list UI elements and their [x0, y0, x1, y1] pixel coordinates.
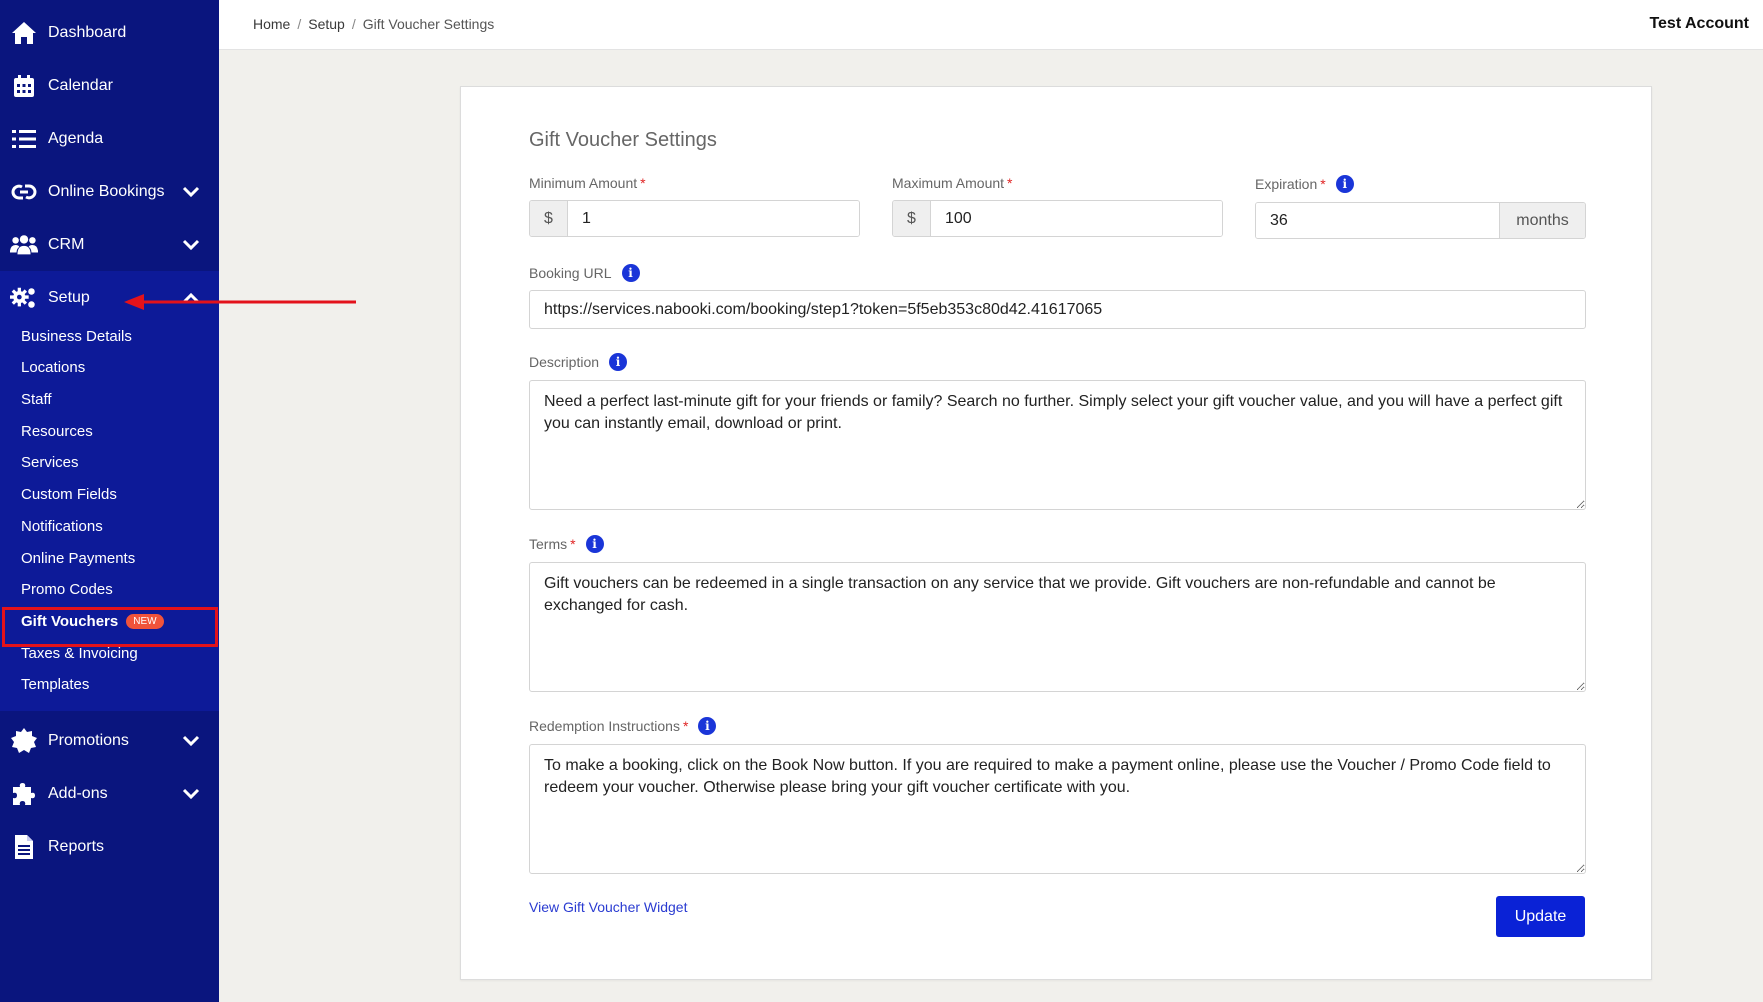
users-icon [10, 231, 38, 259]
sidebar-item-crm[interactable]: CRM [0, 218, 219, 271]
submenu-item-business-details[interactable]: Business Details [21, 328, 132, 345]
terms-textarea[interactable]: Gift vouchers can be redeemed in a singl… [529, 562, 1586, 692]
terms-label: Terms * i [529, 535, 604, 553]
view-gift-voucher-widget-link[interactable]: View Gift Voucher Widget [529, 899, 687, 915]
sidebar-item-online-bookings[interactable]: Online Bookings [0, 165, 219, 218]
sidebar-item-agenda[interactable]: Agenda [0, 112, 219, 165]
list-icon [10, 125, 38, 153]
gears-icon [10, 284, 38, 312]
expiration-group: months [1255, 202, 1586, 239]
description-textarea[interactable]: Need a perfect last-minute gift for your… [529, 380, 1586, 510]
minimum-amount-input[interactable] [568, 201, 859, 236]
sidebar-item-label: Calendar [48, 76, 113, 94]
submenu-item-services[interactable]: Services [21, 454, 79, 471]
annotation-arrow-icon [124, 294, 356, 310]
sidebar-item-label: Dashboard [48, 23, 127, 41]
submenu-item-locations[interactable]: Locations [21, 359, 85, 376]
breadcrumb-home[interactable]: Home [253, 16, 290, 32]
puzzle-icon [10, 780, 38, 808]
chevron-down-icon [182, 186, 200, 197]
sidebar-item-dashboard[interactable]: Dashboard [0, 6, 219, 59]
page-title: Gift Voucher Settings [529, 129, 717, 151]
breadcrumb-current: Gift Voucher Settings [362, 16, 495, 32]
chevron-down-icon [182, 735, 200, 746]
info-icon[interactable]: i [1335, 175, 1354, 193]
submenu-item-taxes-invoicing[interactable]: Taxes & Invoicing [21, 645, 138, 662]
file-icon [10, 833, 38, 861]
expiration-label: Expiration * i [1255, 175, 1354, 193]
gift-vouchers-highlight-box [2, 607, 218, 647]
sidebar-item-reports[interactable]: Reports [0, 820, 219, 873]
topbar: Home / Setup / Gift Voucher Settings Test Ac… [219, 0, 1763, 50]
chevron-down-icon [182, 788, 200, 799]
info-icon[interactable]: i [698, 717, 717, 735]
sidebar-item-label: CRM [48, 235, 85, 253]
maximum-amount-input[interactable] [931, 201, 1222, 236]
sidebar-item-label: Online Bookings [48, 182, 165, 200]
booking-url-label: Booking URL i [529, 264, 640, 282]
update-button[interactable]: Update [1496, 896, 1585, 937]
badge-icon [10, 727, 38, 755]
sidebar-item-label: Add-ons [48, 784, 108, 802]
account-name[interactable]: Test Account [1649, 15, 1749, 33]
breadcrumb: Home / Setup / Gift Voucher Settings [253, 16, 494, 32]
maximum-amount-label: Maximum Amount * [892, 175, 1013, 191]
maximum-amount-group: $ [892, 200, 1223, 237]
sidebar-item-calendar[interactable]: Calendar [0, 59, 219, 112]
info-icon[interactable]: i [621, 264, 640, 282]
redemption-instructions-label: Redemption Instructions * i [529, 717, 717, 735]
gift-voucher-settings-card: Gift Voucher Settings Minimum Amount * $ … [460, 86, 1652, 980]
home-icon [10, 19, 38, 47]
link-icon [10, 178, 38, 206]
submenu-item-staff[interactable]: Staff [21, 391, 52, 408]
submenu-item-promo-codes[interactable]: Promo Codes [21, 581, 113, 598]
sidebar-item-label: Reports [48, 837, 105, 855]
chevron-down-icon [182, 239, 200, 250]
currency-prefix: $ [893, 201, 931, 236]
submenu-item-custom-fields[interactable]: Custom Fields [21, 486, 117, 503]
submenu-item-online-payments[interactable]: Online Payments [21, 550, 135, 567]
minimum-amount-group: $ [529, 200, 860, 237]
breadcrumb-setup[interactable]: Setup [308, 16, 345, 32]
info-icon[interactable]: i [585, 535, 604, 553]
breadcrumb-separator: / [351, 16, 356, 32]
expiration-input[interactable] [1256, 203, 1499, 238]
currency-prefix: $ [530, 201, 568, 236]
submenu-item-templates[interactable]: Templates [21, 676, 89, 693]
description-label: Description i [529, 353, 628, 371]
setup-submenu: Business Details Locations Staff Resourc… [0, 324, 219, 711]
breadcrumb-separator: / [297, 16, 302, 32]
sidebar-item-add-ons[interactable]: Add-ons [0, 767, 219, 820]
sidebar-item-promotions[interactable]: Promotions [0, 714, 219, 767]
months-suffix: months [1499, 203, 1585, 238]
calendar-icon [10, 72, 38, 100]
sidebar-item-label: Promotions [48, 731, 129, 749]
sidebar: Dashboard Calendar Agenda Online Booking… [0, 0, 219, 1002]
minimum-amount-label: Minimum Amount * [529, 175, 646, 191]
booking-url-input[interactable] [529, 290, 1586, 329]
sidebar-item-label: Setup [48, 288, 90, 306]
redemption-instructions-textarea[interactable]: To make a booking, click on the Book Now… [529, 744, 1586, 874]
submenu-item-resources[interactable]: Resources [21, 423, 93, 440]
submenu-item-notifications[interactable]: Notifications [21, 518, 103, 535]
sidebar-item-label: Agenda [48, 129, 104, 147]
info-icon[interactable]: i [609, 353, 628, 371]
